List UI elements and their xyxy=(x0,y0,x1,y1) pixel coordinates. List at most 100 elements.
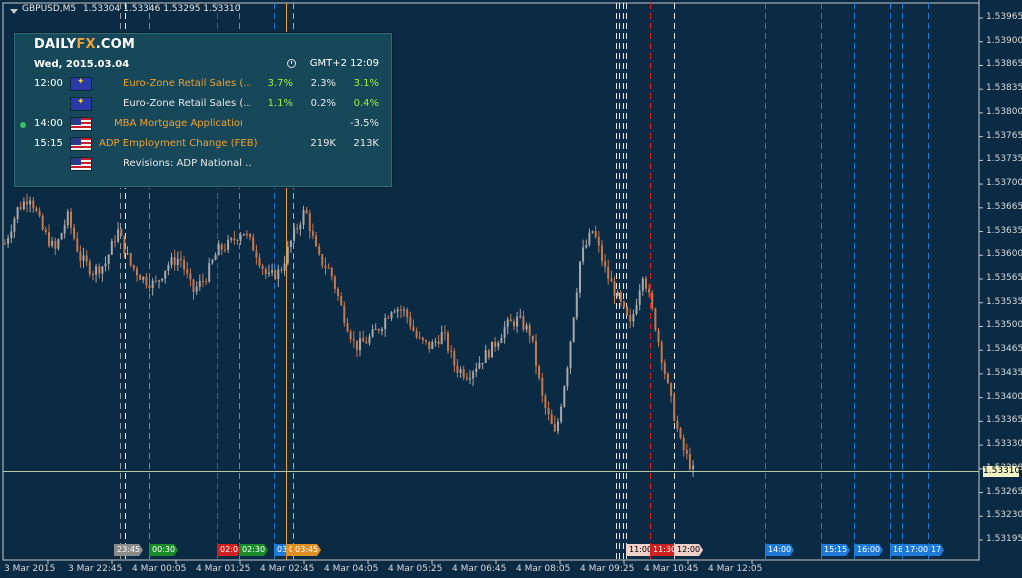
event-time-tag[interactable]: 02:0 xyxy=(217,544,241,556)
event-time-tag[interactable]: 15:15 xyxy=(821,544,850,556)
time-tick-label: 3 Mar 22:45 xyxy=(68,564,123,574)
event-name[interactable]: Revisions: ADP National ... xyxy=(123,158,251,169)
candle-body xyxy=(604,261,607,267)
candle-body xyxy=(478,363,481,369)
candle-body xyxy=(431,342,434,349)
candle-body xyxy=(487,350,490,358)
candle-body xyxy=(189,273,192,280)
economic-calendar-panel[interactable]: DAILYFX.COM Wed, 2015.03.04 GMT+2 12:09 … xyxy=(14,33,392,187)
calendar-event-row[interactable]: Euro-Zone Retail Sales (... 1.1% 0.2% 0.4% xyxy=(15,95,391,115)
candle-body xyxy=(648,288,651,293)
candle-body xyxy=(283,263,286,271)
chart-window[interactable]: GBPUSD,M5 1.53304 1.53346 1.53295 1.5331… xyxy=(0,0,1022,578)
event-forecast: 2.3% xyxy=(310,78,336,89)
candle-body xyxy=(688,453,691,469)
candle-body xyxy=(117,229,120,242)
candle-body xyxy=(95,266,98,275)
event-time-tag[interactable]: 14:00 xyxy=(765,544,794,556)
candle-body xyxy=(343,305,346,323)
candle-body xyxy=(161,278,164,281)
candle-body xyxy=(195,286,198,292)
price-tick-label: 1.53230 xyxy=(986,510,1022,521)
candle-body xyxy=(19,207,22,210)
candle-body xyxy=(535,340,537,366)
event-name[interactable]: MBA Mortgage Application... xyxy=(114,118,242,129)
status-dot-icon xyxy=(20,122,26,128)
dailyfx-logo: DAILYFX.COM xyxy=(34,37,135,52)
event-time-tag[interactable]: 17:00 xyxy=(902,544,931,556)
candle-body xyxy=(569,341,572,369)
candle-body xyxy=(167,264,170,271)
candle-body xyxy=(421,337,424,341)
candle-body xyxy=(484,350,487,363)
candle-body xyxy=(158,280,160,282)
candle-body xyxy=(641,278,644,291)
candle-body xyxy=(274,270,277,280)
candle-body xyxy=(198,280,201,287)
candle-body xyxy=(682,437,685,450)
eu-flag-icon xyxy=(70,77,92,91)
candle-body xyxy=(560,406,563,422)
candle-body xyxy=(638,290,641,305)
us-flag-icon xyxy=(70,137,92,151)
candle-body xyxy=(425,340,427,342)
candle-body xyxy=(676,420,679,429)
symbol-title: GBPUSD,M5 xyxy=(22,4,77,14)
candle-body xyxy=(657,330,660,343)
time-tick-label: 4 Mar 02:45 xyxy=(260,564,315,574)
candle-body xyxy=(311,231,314,236)
price-tick-label: 1.53665 xyxy=(986,201,1022,212)
event-time: 12:00 xyxy=(34,78,63,89)
candle-body xyxy=(205,281,208,283)
calendar-event-row[interactable]: 12:00 Euro-Zone Retail Sales (... 3.7% 2.3%… xyxy=(15,75,391,95)
candle-body xyxy=(51,241,54,246)
candle-body xyxy=(509,319,512,322)
price-tick-label: 1.53765 xyxy=(986,130,1022,141)
event-name[interactable]: Euro-Zone Retail Sales (... xyxy=(123,78,251,89)
event-previous: -3.5% xyxy=(349,118,379,129)
candle-body xyxy=(434,341,437,343)
candle-body xyxy=(591,231,594,233)
candle-body xyxy=(403,309,405,311)
candle-body xyxy=(443,332,446,333)
event-time-tag[interactable]: 03:45 xyxy=(292,544,321,556)
candle-body xyxy=(531,335,534,341)
event-time-tag[interactable]: 12:00 xyxy=(674,544,703,556)
event-previous: 3.1% xyxy=(353,78,379,89)
calendar-event-row[interactable]: Revisions: ADP National ... xyxy=(15,155,391,175)
time-tick-label: 4 Mar 12:05 xyxy=(708,564,763,574)
candle-body xyxy=(192,279,195,292)
candle-body xyxy=(352,339,355,341)
candle-body xyxy=(503,326,506,338)
price-tick-label: 1.53435 xyxy=(986,367,1022,378)
event-time-tag[interactable]: 00:30 xyxy=(149,544,178,556)
candle-body xyxy=(252,237,255,251)
candle-body xyxy=(142,276,145,280)
calendar-event-row[interactable]: 15:15 ADP Employment Change (FEB) 219K 213K xyxy=(15,135,391,155)
candle-body xyxy=(148,285,151,288)
candle-body xyxy=(70,211,72,228)
candle-body xyxy=(673,395,676,421)
event-time-tag[interactable]: 16:00 xyxy=(854,544,883,556)
candle-body xyxy=(374,329,377,331)
candle-body xyxy=(588,232,591,245)
candle-body xyxy=(35,208,38,211)
candle-body xyxy=(475,368,478,372)
candle-body xyxy=(267,272,270,274)
candle-body xyxy=(437,341,440,344)
candle-body xyxy=(66,211,69,226)
candle-body xyxy=(566,368,569,387)
candle-body xyxy=(440,332,443,344)
event-time-tag[interactable]: 02:30 xyxy=(239,544,268,556)
calendar-event-row[interactable]: 14:00 MBA Mortgage Application... -3.5% xyxy=(15,115,391,135)
candle-body xyxy=(13,218,16,232)
candle-body xyxy=(296,228,299,230)
event-time-tag[interactable]: 23:45 xyxy=(114,544,143,556)
event-name[interactable]: ADP Employment Change (FEB) xyxy=(99,138,259,149)
candle-body xyxy=(57,239,60,249)
candle-body xyxy=(450,350,453,352)
candle-body xyxy=(60,233,63,240)
candle-body xyxy=(601,245,603,262)
event-name[interactable]: Euro-Zone Retail Sales (... xyxy=(123,98,251,109)
dropdown-triangle-icon[interactable] xyxy=(10,9,18,14)
